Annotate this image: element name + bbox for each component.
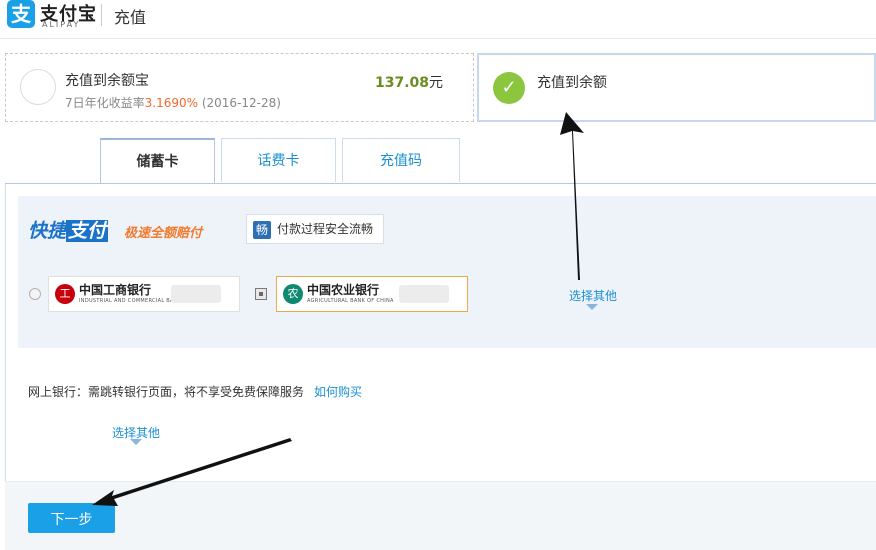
action-bar (5, 481, 876, 550)
bank-option-icbc[interactable]: 工 中国工商银行 INDUSTRIAL AND COMMERCIAL BANK … (48, 276, 240, 312)
radio-icbc[interactable] (29, 288, 41, 300)
yuebao-rate-text: 7日年化收益率3.1690% (2016-12-28) (65, 94, 281, 111)
netbank-desc: 需跳转银行页面，将不享受免费保障服务 (88, 385, 305, 399)
tab-recharge-code[interactable]: 充值码 (342, 138, 460, 182)
quickpay-brand-a: 快捷 (28, 220, 67, 242)
quickpay-brand-b: 支付 (66, 220, 109, 242)
quickpay-tip: 畅付款过程安全流畅 (246, 214, 385, 244)
tab-phone-card[interactable]: 话费卡 (221, 138, 336, 182)
icbc-logo-icon: 工 (55, 284, 75, 304)
yuebao-title: 充值到余额宝 (65, 73, 149, 89)
abc-logo-icon: 农 (283, 284, 303, 304)
page-title: 充值 (114, 8, 147, 27)
masked-card-number (399, 285, 449, 303)
amount-unit: 元 (429, 75, 443, 91)
quickpay-brand: 快捷 支付 (28, 216, 109, 243)
netbank-label: 网上银行： (28, 385, 89, 399)
check-icon: ✓ (493, 72, 525, 104)
amount-value: 137.08 (374, 75, 429, 91)
quickpay-tip-text: 付款过程安全流畅 (277, 222, 374, 236)
netbank-row: 网上银行：需跳转银行页面，将不享受免费保障服务 如何购买 (28, 383, 362, 400)
unselected-circle-icon (20, 69, 56, 105)
select-other-bank-link[interactable]: 选择其他 (569, 287, 617, 304)
header-divider (101, 4, 102, 26)
rate-value: 3.1690% (144, 96, 199, 110)
chevron-down-icon[interactable] (586, 304, 598, 310)
bank-name-abc: 中国农业银行 (307, 283, 380, 297)
balance-title: 充值到余额 (537, 75, 607, 91)
alipay-logo-icon[interactable]: 支 (7, 0, 35, 28)
chevron-down-icon[interactable] (130, 439, 142, 445)
rate-label: 7日年化收益率 (65, 96, 145, 110)
quickpay-slogan: 极速全额赔付 (124, 226, 203, 241)
how-to-buy-link[interactable]: 如何购买 (314, 385, 362, 399)
tab-debit-card[interactable]: 储蓄卡 (100, 138, 215, 184)
smooth-icon: 畅 (253, 220, 271, 239)
payment-tabs: 储蓄卡 话费卡 充值码 (0, 138, 876, 184)
quickpay-section: 快捷 支付 极速全额赔付 畅付款过程安全流畅 工 中国工商银行 INDUSTRIA… (18, 196, 876, 348)
yuebao-amount: 137.08元 (375, 72, 443, 92)
masked-card-number (171, 285, 221, 303)
bank-option-abc[interactable]: 农 中国农业银行 AGRICULTURAL BANK OF CHINA (276, 276, 468, 312)
bank-name-icbc: 中国工商银行 (79, 283, 152, 297)
bank-name-en-abc: AGRICULTURAL BANK OF CHINA (307, 298, 394, 304)
alipay-logo-subtext: ALIPAY (42, 20, 81, 29)
radio-abc[interactable] (255, 288, 267, 300)
next-button[interactable]: 下一步 (28, 503, 115, 533)
recharge-to-yuebao-card[interactable]: 充值到余额宝 7日年化收益率3.1690% (2016-12-28) 137.0… (5, 53, 474, 122)
header: 支 支付宝 ALIPAY 充值 (0, 0, 876, 39)
recharge-to-balance-card[interactable]: ✓ 充值到余额 (477, 53, 876, 122)
rate-date: (2016-12-28) (198, 96, 281, 110)
